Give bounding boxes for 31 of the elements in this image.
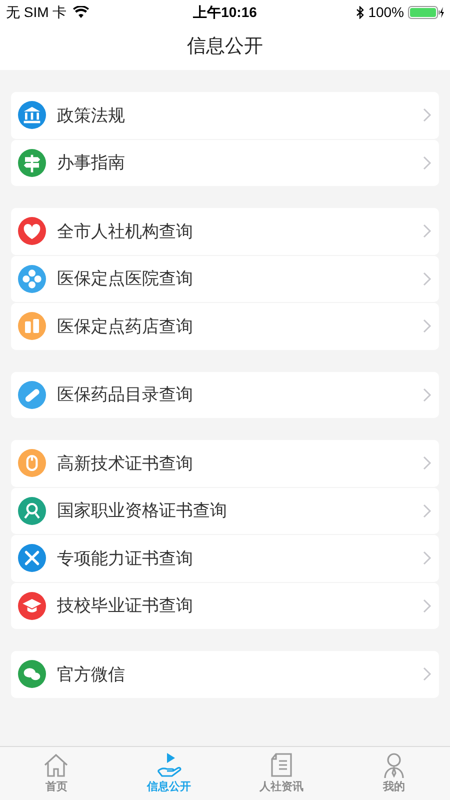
menu-row[interactable]: 办事指南 [11,140,439,186]
battery-text: 100% [368,2,404,22]
menu-row[interactable]: 医保定点药店查询 [11,303,439,350]
page-title: 信息公开 [187,34,263,59]
hand-icon [154,751,183,780]
battery-icon [408,6,444,18]
house-icon [42,751,70,780]
chevron-icon [423,156,432,170]
menu-row[interactable]: 官方微信 [11,651,439,698]
menu-row[interactable]: 高新技术证书查询 [11,440,439,486]
wifi-icon [72,6,89,18]
menu-row[interactable]: 国家职业资格证书查询 [11,488,439,534]
menu-row[interactable]: 全市人社机构查询 [11,208,439,254]
chevron-icon [423,598,432,613]
menu-row[interactable]: 专项能力证书查询 [11,535,439,582]
clock-text: 上午10:16 [193,2,257,22]
chevron-icon [423,667,432,682]
chevron-icon [423,108,432,122]
menu-row[interactable]: 医保定点医院查询 [11,256,439,302]
menu-row[interactable]: 技校毕业证书查询 [11,582,439,629]
chevron-icon [423,272,432,286]
menu-row[interactable]: 医保药品目录查询 [11,372,439,418]
chevron-icon [423,388,432,402]
chevron-icon [423,551,432,566]
carrier-text: 无 SIM 卡 [6,2,67,22]
chevron-icon [423,456,432,470]
chevron-icon [423,504,432,518]
menu-row[interactable]: 政策法规 [11,92,439,138]
chevron-icon [423,319,432,334]
bluetooth-icon [356,6,364,18]
chevron-icon [423,224,432,238]
